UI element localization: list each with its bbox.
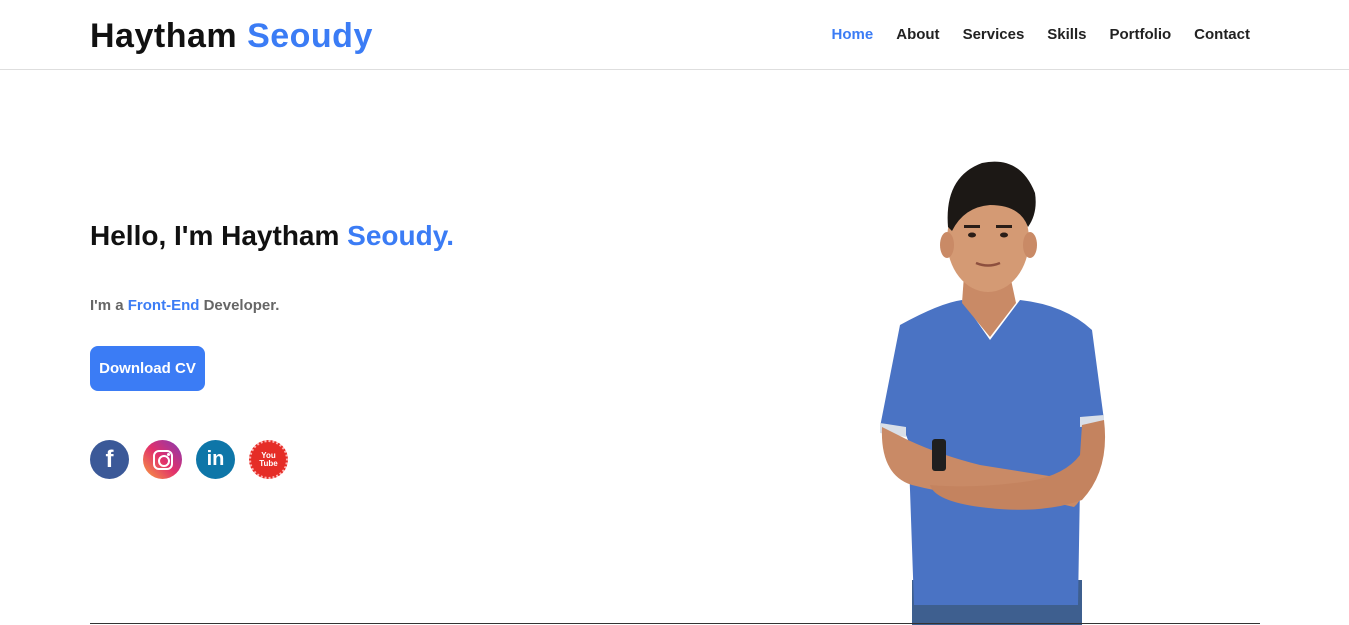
hero-title-accent: Seoudy. (347, 220, 455, 251)
hero-title: Hello, I'm Haytham Seoudy. (90, 216, 454, 256)
instagram-icon[interactable] (143, 440, 182, 479)
nav-item-contact[interactable]: Contact (1194, 24, 1250, 46)
hero-title-prefix: Hello, I'm Haytham (90, 220, 348, 251)
facebook-glyph: f (105, 445, 114, 473)
instagram-glyph (152, 449, 173, 470)
section-divider (90, 623, 1260, 624)
youtube-icon[interactable]: You Tube (249, 440, 288, 479)
hero-subtitle-prefix: I'm a (90, 297, 128, 314)
site-header: Haytham Seoudy Home About Services Skill… (0, 0, 1349, 70)
youtube-glyph-line2: Tube (259, 458, 278, 468)
download-cv-button[interactable]: Download CV (90, 346, 205, 391)
main-nav: Home About Services Skills Portfolio Con… (809, 24, 1250, 46)
facebook-icon[interactable]: f (90, 440, 129, 479)
profile-photo (880, 161, 1106, 625)
site-logo[interactable]: Haytham Seoudy (90, 14, 373, 58)
nav-item-about[interactable]: About (896, 24, 939, 46)
logo-last-name: Seoudy (247, 17, 373, 55)
nav-item-portfolio[interactable]: Portfolio (1110, 24, 1172, 46)
hero-subtitle-accent: Front-End (127, 297, 200, 314)
hero-subtitle: I'm a Front-End Developer. (90, 295, 279, 317)
linkedin-glyph: in (206, 448, 225, 470)
hero-subtitle-suffix: Developer. (199, 297, 280, 314)
linkedin-icon[interactable]: in (196, 440, 235, 479)
nav-item-home[interactable]: Home (832, 24, 874, 46)
social-links: f in You Tube (90, 440, 302, 479)
nav-item-skills[interactable]: Skills (1047, 24, 1086, 46)
logo-first-name: Haytham (90, 17, 238, 55)
nav-item-services[interactable]: Services (963, 24, 1025, 46)
